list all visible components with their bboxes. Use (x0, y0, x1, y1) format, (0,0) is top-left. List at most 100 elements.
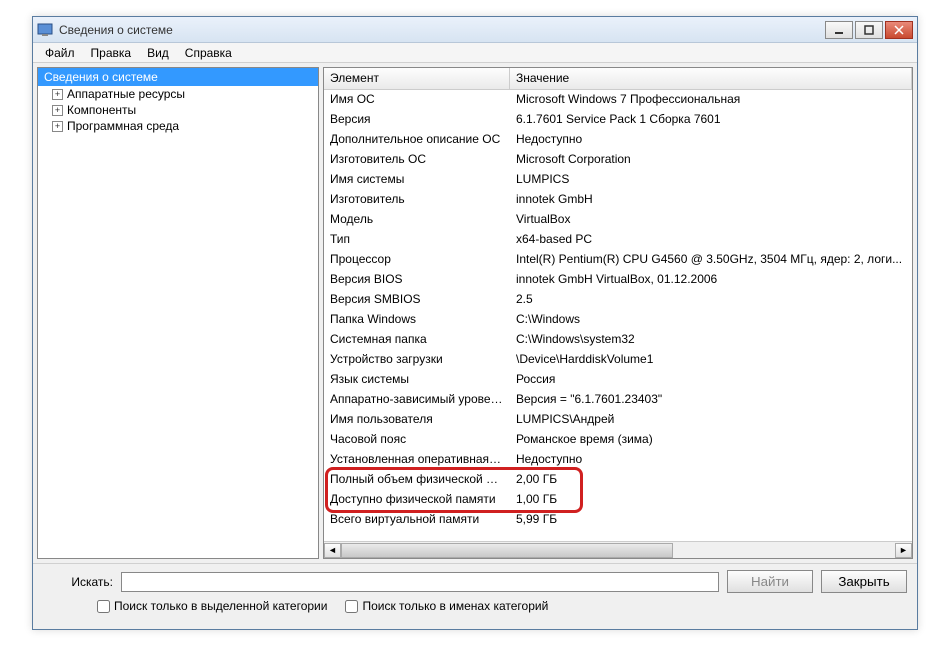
table-row[interactable]: Всего виртуальной памяти5,99 ГБ (324, 510, 912, 530)
details-table: Элемент Значение Имя ОСMicrosoft Windows… (323, 67, 913, 559)
checkbox-selected-category-label: Поиск только в выделенной категории (114, 599, 327, 613)
scroll-left-icon[interactable]: ◄ (324, 543, 341, 558)
search-label: Искать: (43, 575, 113, 589)
table-row[interactable]: МодельVirtualBox (324, 210, 912, 230)
cell-element: Имя системы (324, 170, 510, 190)
table-row[interactable]: Дополнительное описание ОСНедоступно (324, 130, 912, 150)
table-row[interactable]: Изготовитель ОСMicrosoft Corporation (324, 150, 912, 170)
search-input[interactable] (121, 572, 719, 592)
cell-element: Изготовитель ОС (324, 150, 510, 170)
cell-value: 5,99 ГБ (510, 510, 912, 530)
cell-element: Версия (324, 110, 510, 130)
cell-value: Недоступно (510, 130, 912, 150)
expand-icon[interactable]: + (52, 105, 63, 116)
cell-value: Microsoft Corporation (510, 150, 912, 170)
checkbox-selected-category[interactable]: Поиск только в выделенной категории (97, 599, 327, 613)
table-row[interactable]: Версия6.1.7601 Service Pack 1 Сборка 760… (324, 110, 912, 130)
cell-value: 6.1.7601 Service Pack 1 Сборка 7601 (510, 110, 912, 130)
table-row[interactable]: Доступно физической памяти1,00 ГБ (324, 490, 912, 510)
tree-item[interactable]: + Программная среда (38, 118, 318, 134)
menubar: Файл Правка Вид Справка (33, 43, 917, 63)
cell-element: Имя пользователя (324, 410, 510, 430)
cell-element: Модель (324, 210, 510, 230)
cell-element: Процессор (324, 250, 510, 270)
menu-view[interactable]: Вид (139, 44, 177, 62)
cell-value: 2,00 ГБ (510, 470, 912, 490)
maximize-button[interactable] (855, 21, 883, 39)
cell-element: Часовой пояс (324, 430, 510, 450)
cell-element: Всего виртуальной памяти (324, 510, 510, 530)
table-row[interactable]: Имя ОСMicrosoft Windows 7 Профессиональн… (324, 90, 912, 110)
cell-value: innotek GmbH VirtualBox, 01.12.2006 (510, 270, 912, 290)
cell-element: Установленная оперативная п... (324, 450, 510, 470)
checkbox-category-names-input[interactable] (345, 600, 358, 613)
table-row[interactable]: Устройство загрузки\Device\HarddiskVolum… (324, 350, 912, 370)
table-row[interactable]: Папка WindowsC:\Windows (324, 310, 912, 330)
cell-value: LUMPICS (510, 170, 912, 190)
content-area: Сведения о системе +Аппаратные ресурсы+К… (33, 63, 917, 563)
cell-element: Язык системы (324, 370, 510, 390)
checkbox-category-names-label: Поиск только в именах категорий (362, 599, 548, 613)
cell-value: 2.5 (510, 290, 912, 310)
cell-value: Microsoft Windows 7 Профессиональная (510, 90, 912, 110)
close-search-button[interactable]: Закрыть (821, 570, 907, 593)
cell-element: Полный объем физической па... (324, 470, 510, 490)
cell-value: Версия = "6.1.7601.23403" (510, 390, 912, 410)
scroll-thumb[interactable] (341, 543, 673, 558)
tree-root-system-summary[interactable]: Сведения о системе (38, 68, 318, 86)
table-row[interactable]: Полный объем физической па...2,00 ГБ (324, 470, 912, 490)
horizontal-scrollbar[interactable]: ◄ ► (324, 541, 912, 558)
find-button[interactable]: Найти (727, 570, 813, 593)
system-info-window: Сведения о системе Файл Правка Вид Справ… (32, 16, 918, 630)
maximize-icon (864, 25, 874, 35)
tree-item[interactable]: + Компоненты (38, 102, 318, 118)
cell-element: Системная папка (324, 330, 510, 350)
table-row[interactable]: Версия SMBIOS2.5 (324, 290, 912, 310)
tree-item-label: Компоненты (67, 103, 136, 117)
scroll-right-icon[interactable]: ► (895, 543, 912, 558)
app-icon (37, 22, 53, 38)
table-row[interactable]: ПроцессорIntel(R) Pentium(R) CPU G4560 @… (324, 250, 912, 270)
table-row[interactable]: Версия BIOSinnotek GmbH VirtualBox, 01.1… (324, 270, 912, 290)
cell-value: Романское время (зима) (510, 430, 912, 450)
close-button[interactable] (885, 21, 913, 39)
category-tree[interactable]: Сведения о системе +Аппаратные ресурсы+К… (37, 67, 319, 559)
cell-element: Изготовитель (324, 190, 510, 210)
tree-item-label: Программная среда (67, 119, 179, 133)
tree-item[interactable]: +Аппаратные ресурсы (38, 86, 318, 102)
menu-file[interactable]: Файл (37, 44, 83, 62)
table-row[interactable]: Имя пользователяLUMPICS\Андрей (324, 410, 912, 430)
table-row[interactable]: Аппаратно-зависимый уровен...Версия = "6… (324, 390, 912, 410)
table-row[interactable]: Язык системыРоссия (324, 370, 912, 390)
checkbox-category-names[interactable]: Поиск только в именах категорий (345, 599, 548, 613)
table-row[interactable]: Типx64-based PC (324, 230, 912, 250)
table-row[interactable]: Системная папкаC:\Windows\system32 (324, 330, 912, 350)
titlebar[interactable]: Сведения о системе (33, 17, 917, 43)
table-row[interactable]: Часовой поясРоманское время (зима) (324, 430, 912, 450)
cell-value: Intel(R) Pentium(R) CPU G4560 @ 3.50GHz,… (510, 250, 912, 270)
menu-help[interactable]: Справка (177, 44, 240, 62)
expand-icon[interactable]: + (52, 121, 63, 132)
table-row[interactable]: Установленная оперативная п...Недоступно (324, 450, 912, 470)
table-row[interactable]: Изготовительinnotek GmbH (324, 190, 912, 210)
table-row[interactable]: Имя системыLUMPICS (324, 170, 912, 190)
cell-value: C:\Windows\system32 (510, 330, 912, 350)
table-body[interactable]: Имя ОСMicrosoft Windows 7 Профессиональн… (324, 90, 912, 541)
minimize-button[interactable] (825, 21, 853, 39)
cell-value: \Device\HarddiskVolume1 (510, 350, 912, 370)
search-panel: Искать: Найти Закрыть Поиск только в выд… (33, 563, 917, 619)
cell-element: Аппаратно-зависимый уровен... (324, 390, 510, 410)
cell-element: Тип (324, 230, 510, 250)
window-title: Сведения о системе (59, 23, 825, 37)
cell-value: Недоступно (510, 450, 912, 470)
cell-value: C:\Windows (510, 310, 912, 330)
cell-element: Устройство загрузки (324, 350, 510, 370)
minimize-icon (834, 25, 844, 35)
menu-edit[interactable]: Правка (83, 44, 140, 62)
cell-value: innotek GmbH (510, 190, 912, 210)
expand-icon[interactable]: + (52, 89, 63, 100)
column-header-element[interactable]: Элемент (324, 68, 510, 89)
column-header-value[interactable]: Значение (510, 68, 912, 89)
checkbox-selected-category-input[interactable] (97, 600, 110, 613)
cell-value: LUMPICS\Андрей (510, 410, 912, 430)
